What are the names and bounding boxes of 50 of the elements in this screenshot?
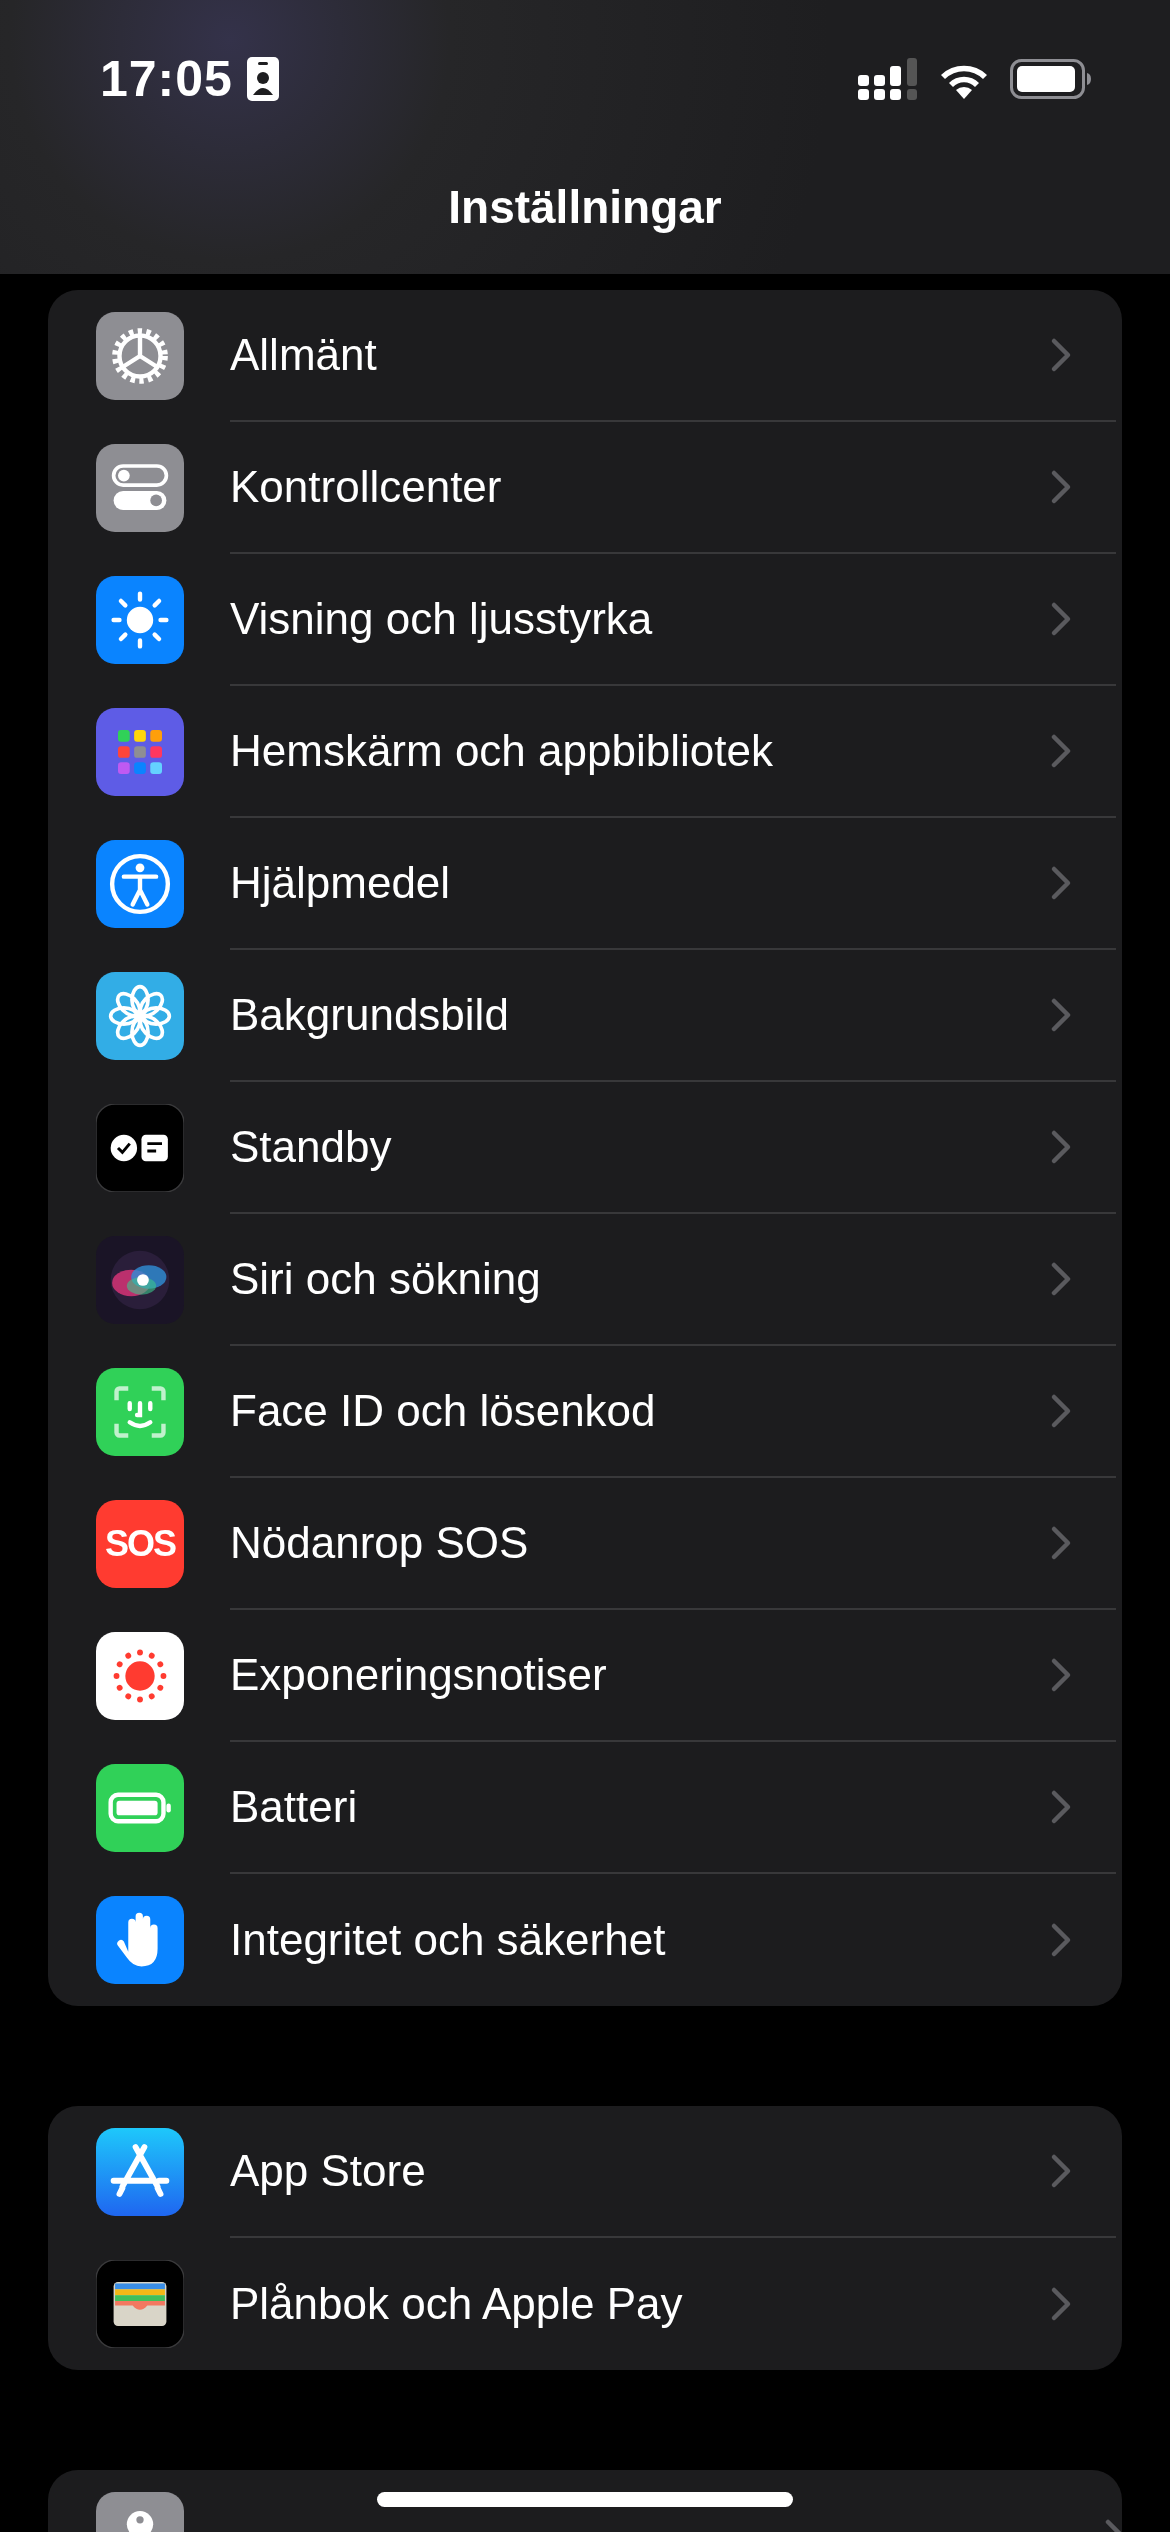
chevron-icon [1050,733,1072,769]
chevron-icon [1050,1789,1072,1825]
hand-icon [96,1896,184,1984]
chevron-icon [1050,2153,1072,2189]
chevron-icon [1050,1129,1072,1165]
accessibility-icon [96,840,184,928]
flower-icon [96,972,184,1060]
settings-row[interactable]: Hjälpmedel [48,818,1122,950]
chevron-icon [1050,1525,1072,1561]
face-scan-icon [96,1368,184,1456]
chevron-icon [1050,1657,1072,1693]
chevron-icon [1050,337,1072,373]
settings-row[interactable]: Kontrollcenter [48,422,1122,554]
settings-row[interactable]: Plånbok och Apple Pay [48,2238,1122,2370]
battery-icon [1010,59,1092,99]
chevron-icon [1050,865,1072,901]
wallet-icon [96,2260,184,2348]
chevron-icon [1050,469,1072,505]
gear-icon [96,312,184,400]
app-grid-icon [96,708,184,796]
settings-row[interactable]: Exponeringsnotiser [48,1610,1122,1742]
orb-icon [96,1236,184,1324]
settings-row[interactable]: Hemskärm och appbibliotek [48,686,1122,818]
settings-row[interactable]: SOS Nödanrop SOS [48,1478,1122,1610]
settings-row[interactable]: Bakgrundsbild [48,950,1122,1082]
sun-dots-icon [96,1632,184,1720]
page-title: Inställningar [448,180,722,234]
chevron-icon [1050,1922,1072,1958]
settings-row[interactable]: Integritet och säkerhet [48,1874,1122,2006]
status-time: 17:05 [100,50,233,108]
clock-card-icon [96,1104,184,1192]
signal-icon [858,58,918,100]
settings-row[interactable]: Siri och sökning [48,1214,1122,1346]
id-card-icon [246,57,279,101]
chevron-icon [1050,1393,1072,1429]
settings-row[interactable]: Allmänt [48,290,1122,422]
sos-icon: SOS [96,1500,184,1588]
settings-row[interactable]: Standby [48,1082,1122,1214]
battery-icon [96,1764,184,1852]
settings-row[interactable]: Visning och ljusstyrka [48,554,1122,686]
sun-icon [96,576,184,664]
chevron-icon [1050,1261,1072,1297]
letter-a-icon [96,2128,184,2216]
settings-row[interactable]: Batteri [48,1742,1122,1874]
settings-row[interactable]: Face ID och lösenkod [48,1346,1122,1478]
chevron-icon [1050,2286,1072,2322]
settings-row[interactable]: App Store [48,2106,1122,2238]
chevron-icon [1050,997,1072,1033]
chevron-icon [1050,601,1072,637]
toggles-icon [96,444,184,532]
